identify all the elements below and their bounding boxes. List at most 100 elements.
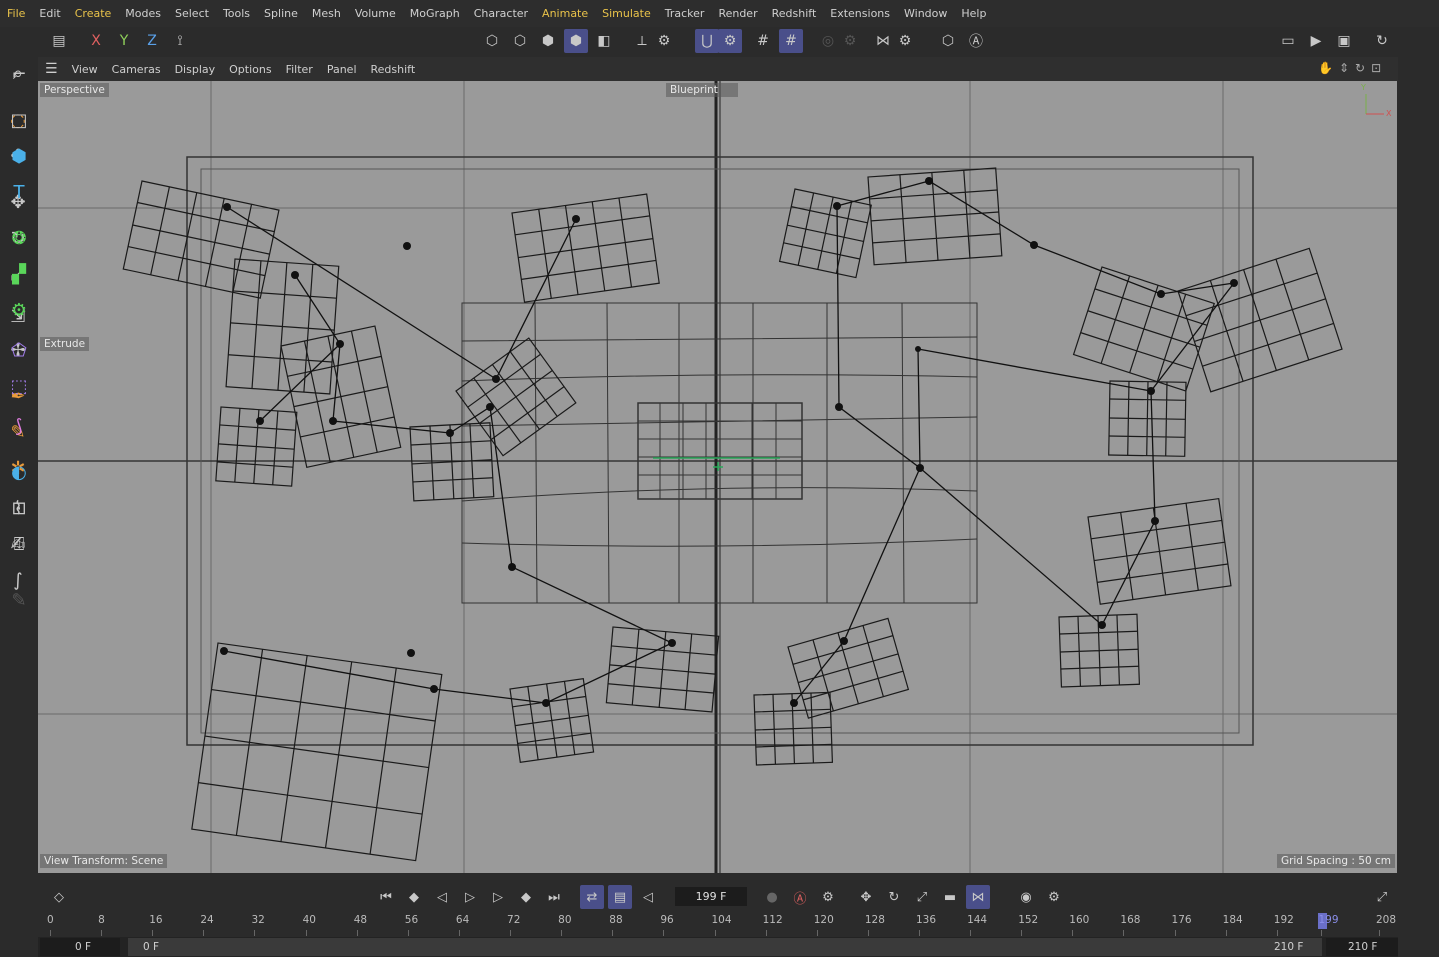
axis-z-button[interactable]: Z xyxy=(140,29,164,53)
deformer-button[interactable]: ⬠ xyxy=(4,335,34,365)
menu-create[interactable]: Create xyxy=(68,0,119,27)
auto-button[interactable]: Ⓐ xyxy=(964,29,988,53)
motion-system-button[interactable]: ◉ xyxy=(1014,885,1038,909)
key-settings-button[interactable]: ⚙ xyxy=(816,885,840,909)
menu-mesh[interactable]: Mesh xyxy=(305,0,348,27)
light-button[interactable]: ⍗ xyxy=(4,529,34,559)
timeline-expand-button[interactable]: ⤢ xyxy=(1370,885,1394,909)
key-scale-button[interactable]: ⤢ xyxy=(910,885,934,909)
pan-icon[interactable]: ✋ xyxy=(1318,61,1339,75)
camera-button[interactable]: ⊡ xyxy=(4,493,34,523)
current-frame-field[interactable]: 199 F xyxy=(675,887,747,906)
menu-file[interactable]: File xyxy=(0,0,32,27)
viewport-nav-icons[interactable]: ✋⇕↻⊡ xyxy=(1318,61,1387,75)
menu-modes[interactable]: Modes xyxy=(118,0,168,27)
snap-settings-button[interactable]: ⚙ xyxy=(718,29,742,53)
auto-key-button[interactable]: Ⓐ xyxy=(788,885,812,909)
key-position-button[interactable]: ✥ xyxy=(854,885,878,909)
texture-mode-button[interactable]: ◧ xyxy=(592,29,616,53)
snap-button[interactable]: ⋃ xyxy=(695,29,719,53)
next-frame-button[interactable]: ▷ xyxy=(486,885,510,909)
viewport-menu-display[interactable]: Display xyxy=(168,63,223,76)
lock-workplane-button[interactable]: ⬡ xyxy=(936,29,960,53)
menu-window[interactable]: Window xyxy=(897,0,954,27)
polygons-mode-button[interactable]: ⬢ xyxy=(536,29,560,53)
viewport-3d[interactable]: Perspective Blueprint Extrude View Trans… xyxy=(38,81,1397,873)
menu-volume[interactable]: Volume xyxy=(348,0,403,27)
motion-settings-button[interactable]: ⚙ xyxy=(1042,885,1066,909)
coordinate-manager-button[interactable]: ⌐ xyxy=(4,59,34,89)
key-rotation-button[interactable]: ↻ xyxy=(882,885,906,909)
workplane-snap-button[interactable]: # xyxy=(779,29,803,53)
field-button[interactable]: ⬚ xyxy=(4,371,34,401)
menu-tracker[interactable]: Tracker xyxy=(658,0,712,27)
loop-button[interactable]: ⇄ xyxy=(580,885,604,909)
menu-render[interactable]: Render xyxy=(711,0,764,27)
menu-animate[interactable]: Animate xyxy=(535,0,595,27)
sound-button[interactable]: ◁ xyxy=(636,885,660,909)
menu-spline[interactable]: Spline xyxy=(257,0,305,27)
menu-extensions[interactable]: Extensions xyxy=(823,0,897,27)
points-mode-button[interactable]: ⬡ xyxy=(480,29,504,53)
dolly-icon[interactable]: ⇕ xyxy=(1339,61,1355,75)
maximize-icon[interactable]: ⊡ xyxy=(1371,61,1387,75)
viewport-menu-options[interactable]: Options xyxy=(222,63,278,76)
viewport-menu-redshift[interactable]: Redshift xyxy=(364,63,423,76)
effector-button[interactable]: ⚙ xyxy=(4,295,34,325)
ipr-button[interactable]: ↻ xyxy=(1370,29,1394,53)
environment-button[interactable]: ◐ xyxy=(4,457,34,487)
previous-key-button[interactable]: ◆ xyxy=(402,885,426,909)
menu-character[interactable]: Character xyxy=(467,0,535,27)
text-object-button[interactable]: T xyxy=(4,177,34,207)
key-param-button[interactable]: ▬ xyxy=(938,885,962,909)
viewport-menu-view[interactable]: View xyxy=(65,63,105,76)
viewport-menu-filter[interactable]: Filter xyxy=(279,63,320,76)
fracture-button[interactable]: ▞ xyxy=(4,259,34,289)
next-key-button[interactable]: ◆ xyxy=(514,885,538,909)
viewport-canvas[interactable] xyxy=(38,81,1397,873)
key-pla-button[interactable]: ⋈ xyxy=(966,885,990,909)
edges-mode-button[interactable]: ⬡ xyxy=(508,29,532,53)
menu-simulate[interactable]: Simulate xyxy=(595,0,658,27)
null-object-button[interactable]: □ xyxy=(4,105,34,135)
go-to-start-button[interactable]: ⏮ xyxy=(374,885,398,909)
range-slider[interactable] xyxy=(128,938,1322,956)
range-start-field[interactable]: 0 F xyxy=(75,938,91,956)
play-button[interactable]: ▷ xyxy=(458,885,482,909)
model-mode-button[interactable]: ⬢ xyxy=(564,29,588,53)
menu-mograph[interactable]: MoGraph xyxy=(403,0,467,27)
viewport-menu-panel[interactable]: Panel xyxy=(320,63,364,76)
render-view-button[interactable]: ▭ xyxy=(1276,29,1300,53)
mograph-button[interactable]: ⟆ xyxy=(4,411,34,441)
disabled-tool-button[interactable]: ✎ xyxy=(4,585,34,615)
symmetry-button[interactable]: ⋈ xyxy=(871,29,895,53)
render-settings-button[interactable]: ▣ xyxy=(1332,29,1356,53)
render-to-picture-viewer-button[interactable]: ▶ xyxy=(1304,29,1328,53)
keyframe-button[interactable]: ◇ xyxy=(47,885,71,909)
go-to-end-button[interactable]: ⏭ xyxy=(542,885,566,909)
menu-tools[interactable]: Tools xyxy=(216,0,257,27)
soft-selection-settings-button[interactable]: ⚙ xyxy=(838,29,862,53)
previous-frame-button[interactable]: ◁ xyxy=(430,885,454,909)
cloner-button[interactable]: ❂ xyxy=(4,223,34,253)
symmetry-settings-button[interactable]: ⚙ xyxy=(893,29,917,53)
menu-help[interactable]: Help xyxy=(954,0,993,27)
hamburger-icon[interactable]: ☰ xyxy=(38,61,65,77)
menu-select[interactable]: Select xyxy=(168,0,216,27)
viewport-menu-cameras[interactable]: Cameras xyxy=(105,63,168,76)
axis-mode-button[interactable]: ⟂ xyxy=(630,29,654,53)
view-mode-label[interactable]: Blueprint xyxy=(666,83,738,97)
soft-selection-button[interactable]: ◎ xyxy=(816,29,840,53)
orbit-icon[interactable]: ↻ xyxy=(1355,61,1371,75)
axis-y-button[interactable]: Y xyxy=(112,29,136,53)
menu-redshift[interactable]: Redshift xyxy=(765,0,824,27)
playback-rate-button[interactable]: ▤ xyxy=(608,885,632,909)
cube-object-button[interactable]: ⬢ xyxy=(4,141,34,171)
axis-settings-button[interactable]: ⚙ xyxy=(652,29,676,53)
menu-edit[interactable]: Edit xyxy=(32,0,67,27)
record-button[interactable]: ● xyxy=(760,885,784,909)
axis-x-button[interactable]: X xyxy=(84,29,108,53)
workplane-button[interactable]: # xyxy=(751,29,775,53)
camera-label[interactable]: Perspective xyxy=(40,83,109,97)
range-end-field[interactable]: 210 F xyxy=(1348,938,1377,956)
